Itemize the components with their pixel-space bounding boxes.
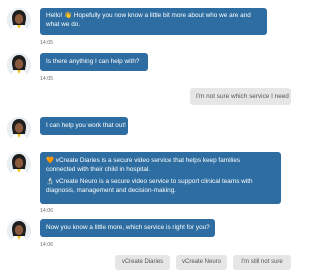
bot-message-3-text: I can help you work that out! xyxy=(46,122,126,129)
neuro-line-1: vCreate Neuro is a secure video service … xyxy=(55,178,253,186)
microscope-icon: 🔬 xyxy=(46,178,54,186)
bot-message-4: 🧡 vCreate Diaries is a secure video serv… xyxy=(40,152,281,204)
bot-message-1-line-2: what we do. xyxy=(46,20,81,28)
bot-message-1-line-1: Hello! 👋 Hopefully you now know a little… xyxy=(46,12,251,19)
service-neuro-description: 🔬 vCreate Neuro is a secure video servic… xyxy=(46,178,275,195)
bot-message-1: Hello! 👋 Hopefully you now know a little… xyxy=(40,8,267,35)
orange-heart-icon: 🧡 xyxy=(46,157,54,164)
user-message: I'm not sure which service I need xyxy=(190,88,291,105)
bot-message-5-text: Now you know a little more, which servic… xyxy=(46,224,210,231)
diaries-line-1: vCreate Diaries is a secure video servic… xyxy=(55,157,241,164)
quick-reply-vcreate-neuro[interactable]: vCreate Neuro xyxy=(176,255,227,270)
bot-avatar xyxy=(7,53,31,77)
diaries-line-2: connected with their child in hospital. xyxy=(46,165,151,173)
bot-message-2: Is there anything I can help with? xyxy=(40,53,148,71)
bot-avatar xyxy=(7,219,31,243)
bot-message-3: I can help you work that out! xyxy=(40,117,128,135)
bot-avatar xyxy=(7,117,31,141)
timestamp: 14:06 xyxy=(40,208,53,214)
neuro-line-2: diagnosis, management and decision-makin… xyxy=(46,186,177,194)
timestamp: 14:05 xyxy=(40,76,53,82)
quick-reply-still-not-sure[interactable]: I'm still not sure xyxy=(233,255,291,270)
timestamp: 14:06 xyxy=(40,242,53,248)
bot-avatar xyxy=(7,152,31,176)
bot-avatar xyxy=(7,8,31,32)
timestamp: 14:05 xyxy=(40,40,53,46)
bot-message-2-text: Is there anything I can help with? xyxy=(46,58,140,65)
quick-reply-vcreate-diaries[interactable]: vCreate Diaries xyxy=(115,255,170,270)
service-diaries-description: 🧡 vCreate Diaries is a secure video serv… xyxy=(46,157,275,174)
user-message-text: I'm not sure which service I need xyxy=(196,93,289,100)
bot-message-5: Now you know a little more, which servic… xyxy=(40,219,215,237)
